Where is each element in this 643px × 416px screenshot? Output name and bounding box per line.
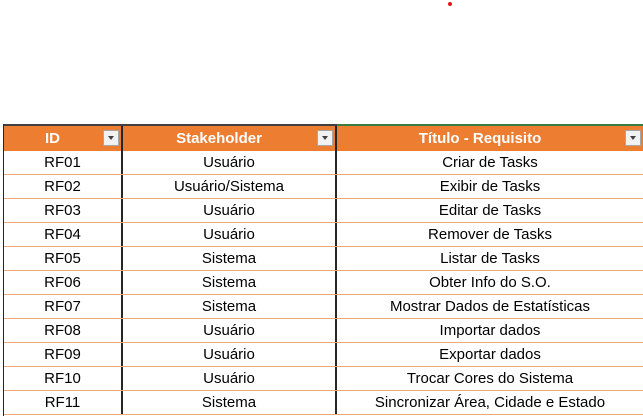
cell-title[interactable]: Exibir de Tasks <box>335 175 643 198</box>
cell-id[interactable]: RF09 <box>4 343 121 366</box>
table-row[interactable]: RF06 Sistema Obter Info do S.O. <box>0 271 643 295</box>
cell-id[interactable]: RF10 <box>4 367 121 390</box>
table-row[interactable]: RF07 Sistema Mostrar Dados de Estatístic… <box>0 295 643 319</box>
spreadsheet-table: ID Stakeholder Título - Requisito RF01 U… <box>0 124 643 416</box>
filter-button-title[interactable] <box>625 130 641 146</box>
table-row[interactable]: RF04 Usuário Remover de Tasks <box>0 223 643 247</box>
cell-title[interactable]: Editar de Tasks <box>335 199 643 222</box>
header-label-id: ID <box>45 130 60 147</box>
cell-stakeholder[interactable]: Sistema <box>121 295 335 318</box>
cell-id[interactable]: RF01 <box>4 151 121 174</box>
chevron-down-icon <box>108 136 114 140</box>
cell-id[interactable]: RF08 <box>4 319 121 342</box>
header-cell-title[interactable]: Título - Requisito <box>335 124 643 151</box>
cell-id[interactable]: RF05 <box>4 247 121 270</box>
table-row[interactable]: RF05 Sistema Listar de Tasks <box>0 247 643 271</box>
column-left-edge <box>0 124 4 416</box>
cell-title[interactable]: Importar dados <box>335 319 643 342</box>
table-row[interactable]: RF08 Usuário Importar dados <box>0 319 643 343</box>
cell-stakeholder[interactable]: Usuário <box>121 151 335 174</box>
table-body: RF01 Usuário Criar de Tasks RF02 Usuário… <box>0 151 643 415</box>
header-cell-stakeholder[interactable]: Stakeholder <box>121 126 335 151</box>
cell-title[interactable]: Listar de Tasks <box>335 247 643 270</box>
cell-stakeholder[interactable]: Usuário <box>121 223 335 246</box>
header-cell-id[interactable]: ID <box>4 126 121 151</box>
cell-id[interactable]: RF04 <box>4 223 121 246</box>
cell-title[interactable]: Trocar Cores do Sistema <box>335 367 643 390</box>
header-label-stakeholder: Stakeholder <box>176 130 262 147</box>
cell-id[interactable]: RF11 <box>4 391 121 414</box>
cell-id[interactable]: RF02 <box>4 175 121 198</box>
table-header-row: ID Stakeholder Título - Requisito <box>0 124 643 151</box>
cell-title[interactable]: Mostrar Dados de Estatísticas <box>335 295 643 318</box>
cell-stakeholder[interactable]: Usuário <box>121 319 335 342</box>
cell-title[interactable]: Obter Info do S.O. <box>335 271 643 294</box>
red-dot-marker <box>448 2 452 6</box>
cell-stakeholder[interactable]: Usuário/Sistema <box>121 175 335 198</box>
cell-id[interactable]: RF03 <box>4 199 121 222</box>
cell-stakeholder[interactable]: Usuário <box>121 367 335 390</box>
table-row[interactable]: RF09 Usuário Exportar dados <box>0 343 643 367</box>
cell-title[interactable]: Sincronizar Área, Cidade e Estado <box>335 391 643 414</box>
cell-stakeholder[interactable]: Sistema <box>121 247 335 270</box>
cell-stakeholder[interactable]: Sistema <box>121 391 335 414</box>
cell-title[interactable]: Criar de Tasks <box>335 151 643 174</box>
cell-stakeholder[interactable]: Usuário <box>121 343 335 366</box>
cell-stakeholder[interactable]: Sistema <box>121 271 335 294</box>
cell-title[interactable]: Remover de Tasks <box>335 223 643 246</box>
table-row[interactable]: RF11 Sistema Sincronizar Área, Cidade e … <box>0 391 643 415</box>
header-top-accent <box>337 124 643 126</box>
filter-button-stakeholder[interactable] <box>317 130 333 146</box>
cell-id[interactable]: RF07 <box>4 295 121 318</box>
cell-id[interactable]: RF06 <box>4 271 121 294</box>
header-label-title: Título - Requisito <box>418 130 542 147</box>
cell-title[interactable]: Exportar dados <box>335 343 643 366</box>
chevron-down-icon <box>322 136 328 140</box>
table-row[interactable]: RF01 Usuário Criar de Tasks <box>0 151 643 175</box>
cell-stakeholder[interactable]: Usuário <box>121 199 335 222</box>
filter-button-id[interactable] <box>103 130 119 146</box>
table-row[interactable]: RF02 Usuário/Sistema Exibir de Tasks <box>0 175 643 199</box>
table-row[interactable]: RF10 Usuário Trocar Cores do Sistema <box>0 367 643 391</box>
chevron-down-icon <box>630 136 636 140</box>
table-row[interactable]: RF03 Usuário Editar de Tasks <box>0 199 643 223</box>
